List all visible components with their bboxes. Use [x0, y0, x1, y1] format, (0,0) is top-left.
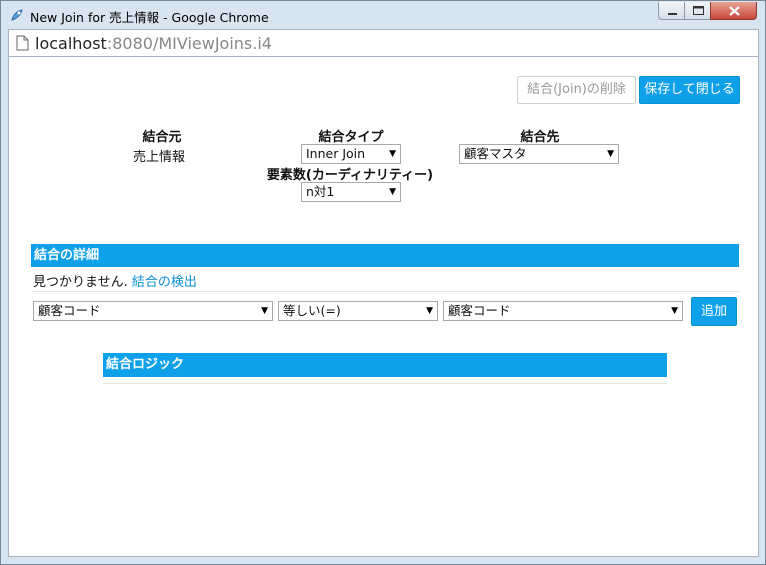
close-icon: [729, 6, 740, 16]
minimize-button[interactable]: [658, 2, 685, 20]
page-icon: [16, 35, 29, 51]
url-path: :8080/MIViewJoins.i4: [106, 34, 272, 53]
browser-window: New Join for 売上情報 - Google Chrome localh…: [0, 0, 766, 565]
cardinality-select[interactable]: n対1 ▼: [301, 182, 401, 202]
title-bar: New Join for 売上情報 - Google Chrome: [1, 1, 765, 29]
operator-value: 等しい(=): [283, 303, 341, 318]
dropdown-arrow-icon: ▼: [261, 306, 268, 316]
right-field-select[interactable]: 顧客コード ▼: [443, 301, 683, 321]
address-bar[interactable]: localhost:8080/MIViewJoins.i4: [8, 29, 759, 57]
page-content: 結合(Join)の削除 保存して閉じる 結合元 売上情報 結合タイプ Inner…: [8, 57, 759, 557]
maximize-icon: [693, 6, 704, 15]
dropdown-arrow-icon: ▼: [389, 187, 396, 197]
dropdown-arrow-icon: ▼: [607, 149, 614, 159]
target-select[interactable]: 顧客マスタ ▼: [459, 144, 619, 164]
left-field-select[interactable]: 顧客コード ▼: [33, 301, 273, 321]
target-header: 結合先: [520, 130, 560, 145]
divider: [31, 291, 739, 292]
save-and-close-button[interactable]: 保存して閉じる: [639, 76, 740, 104]
source-value: 売上情報: [133, 150, 186, 165]
cardinality-header: 要素数(カーディナリティー): [266, 168, 434, 183]
dropdown-arrow-icon: ▼: [426, 306, 433, 316]
divider: [103, 383, 667, 384]
maximize-button[interactable]: [684, 2, 711, 20]
detect-join-link[interactable]: 結合の検出: [132, 275, 197, 290]
add-condition-button[interactable]: 追加: [691, 297, 737, 326]
target-value: 顧客マスタ: [464, 146, 527, 161]
dropdown-arrow-icon: ▼: [389, 149, 396, 159]
join-type-header: 結合タイプ: [318, 130, 384, 145]
window-title: New Join for 売上情報 - Google Chrome: [30, 10, 269, 25]
dropdown-arrow-icon: ▼: [671, 306, 678, 316]
operator-select[interactable]: 等しい(=) ▼: [278, 301, 438, 321]
url-host: localhost: [35, 34, 107, 53]
join-type-select[interactable]: Inner Join ▼: [301, 144, 401, 164]
join-detect-row: 見つかりません. 結合の検出: [33, 271, 197, 290]
minimize-icon: [668, 13, 677, 15]
close-button[interactable]: [710, 2, 757, 20]
right-field-value: 顧客コード: [448, 303, 511, 318]
chrome-app-icon: [11, 9, 23, 21]
not-found-text: 見つかりません.: [33, 275, 128, 290]
join-logic-header: 結合ロジック: [103, 353, 667, 377]
join-type-value: Inner Join: [306, 146, 366, 161]
delete-join-button[interactable]: 結合(Join)の削除: [517, 76, 636, 104]
url-text: localhost:8080/MIViewJoins.i4: [35, 34, 272, 53]
left-field-value: 顧客コード: [38, 303, 101, 318]
join-details-header: 結合の詳細: [31, 244, 739, 267]
cardinality-value: n対1: [306, 184, 335, 199]
source-header: 結合元: [142, 130, 182, 145]
